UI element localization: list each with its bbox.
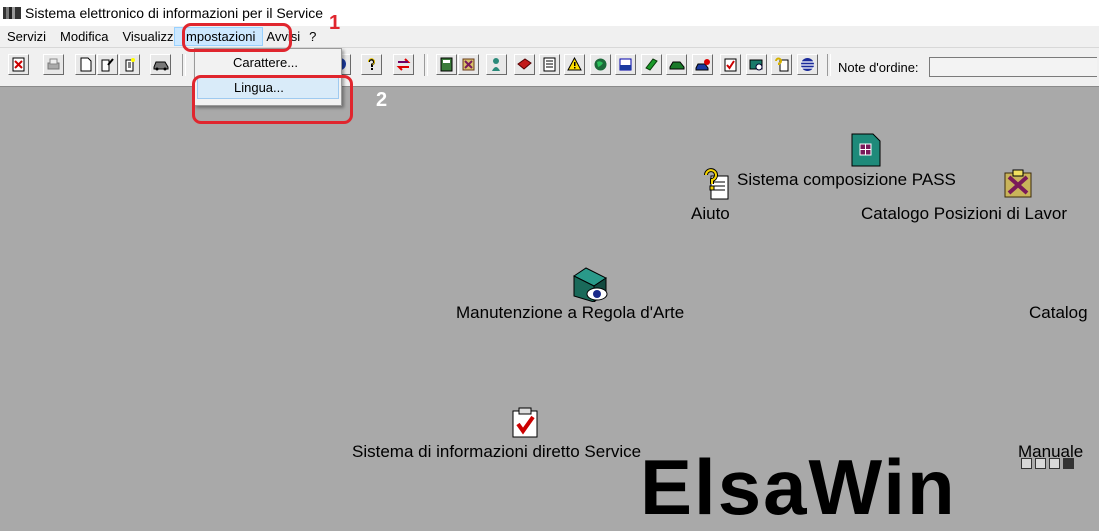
car-green-icon[interactable] — [666, 54, 687, 75]
maintenance-label[interactable]: Manutenzione a Regola d'Arte — [456, 303, 684, 323]
menu-visualizza[interactable]: Visualizza — [115, 27, 174, 46]
catalog-label[interactable]: Catalog — [1029, 303, 1088, 323]
menu-modifica[interactable]: Modifica — [53, 27, 115, 46]
document-list-icon[interactable] — [539, 54, 560, 75]
menu-item-carattere-label: Carattere... — [233, 55, 299, 70]
edit-document-icon[interactable] — [97, 54, 118, 75]
checklist-desk-icon[interactable] — [511, 406, 539, 443]
car-info-icon[interactable] — [692, 54, 713, 75]
help-icon[interactable] — [703, 168, 729, 205]
tile-square — [1021, 458, 1032, 469]
green-book-icon[interactable] — [641, 54, 662, 75]
tile-square — [1049, 458, 1060, 469]
brand-logo-text: ElsaWin — [640, 443, 957, 531]
order-notes-input[interactable] — [929, 57, 1097, 77]
exit-icon[interactable] — [8, 54, 29, 75]
toolbar: Note d'ordine: — [0, 48, 1099, 87]
box-icon[interactable] — [615, 54, 636, 75]
app-icon — [3, 7, 21, 19]
globe-icon-2[interactable] — [590, 54, 611, 75]
tile-square-filled — [1063, 458, 1074, 469]
maintenance-icon[interactable] — [746, 54, 767, 75]
menu-help[interactable]: ? — [307, 27, 323, 46]
stripes-globe-icon[interactable] — [797, 54, 818, 75]
catalog-positions-icon[interactable] — [458, 54, 479, 75]
annotation-box-1 — [182, 23, 292, 52]
catalog-positions-label[interactable]: Catalogo Posizioni di Lavor — [861, 204, 1067, 224]
person-icon[interactable] — [486, 54, 507, 75]
annotation-number-1: 1 — [329, 12, 341, 34]
help-document-icon[interactable] — [771, 54, 792, 75]
catalog-positions-desk-icon[interactable] — [1003, 169, 1033, 204]
print-icon[interactable] — [43, 54, 64, 75]
help-label[interactable]: Aiuto — [691, 204, 730, 224]
maintenance-desk-icon[interactable] — [572, 266, 612, 307]
direct-service-info-label[interactable]: Sistema di informazioni diretto Service — [352, 442, 641, 462]
vehicle-icon[interactable] — [150, 54, 171, 75]
menu-servizi[interactable]: Servizi — [0, 27, 53, 46]
annotation-number-2: 2 — [376, 89, 388, 111]
book-icon[interactable] — [514, 54, 535, 75]
title-bar: Sistema elettronico di informazioni per … — [0, 0, 1099, 26]
window-tiles-indicator — [1021, 458, 1074, 469]
pass-composer-label[interactable]: Sistema composizione PASS — [737, 170, 956, 190]
annotation-box-2 — [192, 75, 353, 124]
new-document-icon[interactable] — [75, 54, 96, 75]
menu-bar: Servizi Modifica Visualizza Impostazioni… — [0, 26, 1099, 48]
pass-composer-icon[interactable] — [851, 133, 881, 172]
warning-icon[interactable] — [564, 54, 585, 75]
window-title: Sistema elettronico di informazioni per … — [25, 5, 324, 21]
checklist-icon[interactable] — [720, 54, 741, 75]
new-order-icon[interactable] — [119, 54, 140, 75]
tile-square — [1035, 458, 1046, 469]
calculator-icon[interactable] — [436, 54, 457, 75]
order-notes-label: Note d'ordine: — [838, 60, 919, 75]
menu-item-carattere[interactable]: Carattere... — [197, 52, 339, 74]
help-key-icon[interactable] — [361, 54, 382, 75]
swap-arrows-icon[interactable] — [393, 54, 414, 75]
